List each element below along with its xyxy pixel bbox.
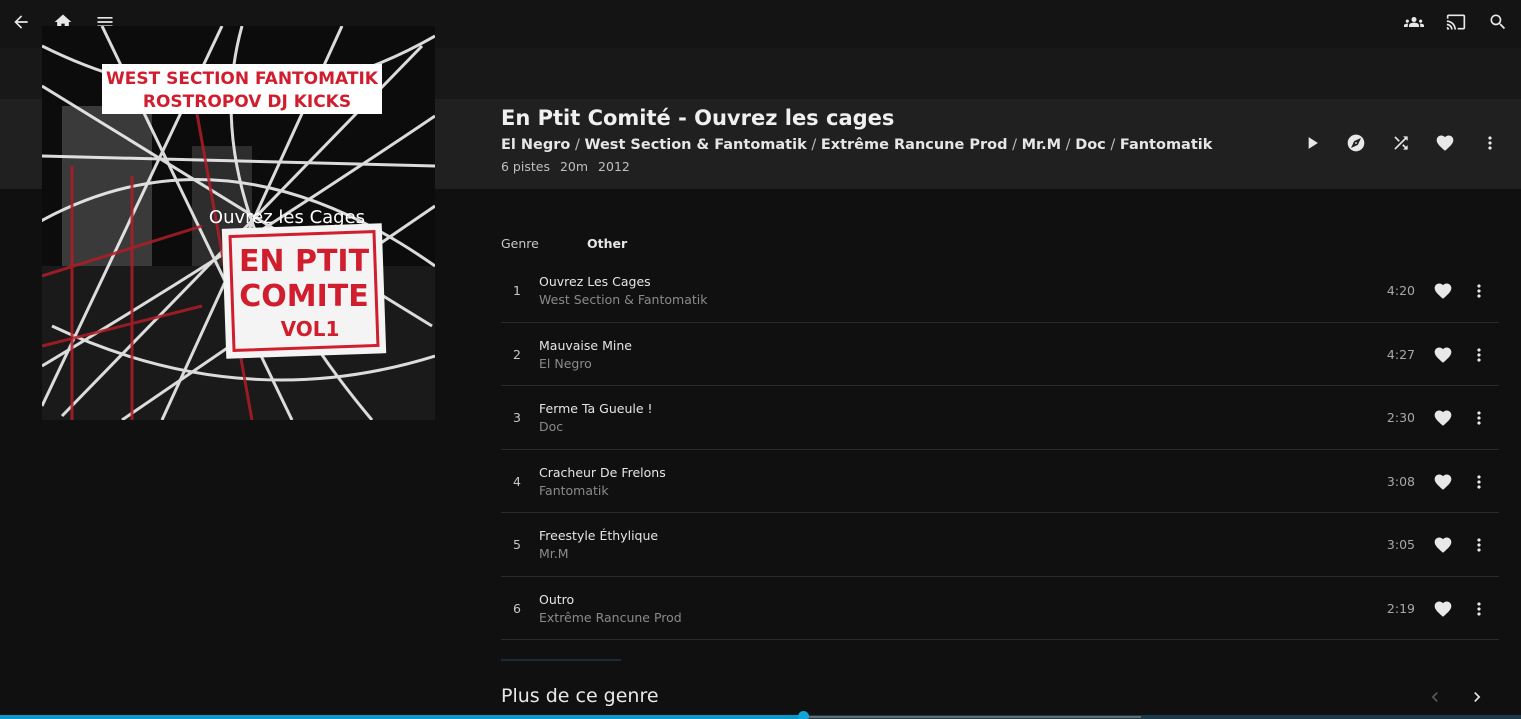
artist-link[interactable]: Fantomatik — [1120, 137, 1213, 153]
track-title[interactable]: Outro — [539, 592, 574, 607]
search-icon[interactable] — [1482, 6, 1514, 38]
artist-separator: / — [1061, 137, 1076, 153]
track-list: 1 Ouvrez Les Cages West Section & Fantom… — [501, 259, 1499, 640]
heart-icon[interactable] — [1427, 593, 1459, 625]
track-number: 5 — [513, 537, 521, 552]
cover-text-line-1: WEST SECTION FANTOMATIK — [106, 69, 379, 89]
shuffle-icon[interactable] — [1385, 127, 1417, 159]
cast-icon[interactable] — [1440, 6, 1472, 38]
track-row[interactable]: 5 Freestyle Éthylique Mr.M 3:05 — [501, 513, 1499, 577]
track-artist[interactable]: Extrême Rancune Prod — [539, 610, 682, 625]
cover-text-line-4: EN PTIT — [239, 244, 370, 279]
genre-label: Genre — [501, 236, 539, 251]
heart-icon[interactable] — [1427, 466, 1459, 498]
more-vertical-icon[interactable] — [1463, 402, 1495, 434]
cover-text-line-2: ROSTROPOV DJ KICKS — [143, 92, 351, 112]
track-number: 2 — [513, 346, 521, 362]
track-row[interactable]: 3 Ferme Ta Gueule ! Doc 2:30 — [501, 386, 1499, 450]
heart-icon[interactable] — [1427, 275, 1459, 307]
track-title[interactable]: Freestyle Éthylique — [539, 528, 658, 543]
track-title[interactable]: Cracheur De Frelons — [539, 465, 666, 480]
more-vertical-icon[interactable] — [1463, 466, 1495, 498]
buffer-bar — [803, 716, 1141, 718]
playback-progress-bar[interactable] — [0, 711, 1521, 719]
track-row[interactable]: 4 Cracheur De Frelons Fantomatik 3:08 — [501, 450, 1499, 513]
track-artist[interactable]: Mr.M — [539, 546, 569, 561]
track-number: 1 — [513, 283, 521, 298]
more-vertical-icon[interactable] — [1463, 593, 1495, 625]
artist-link[interactable]: West Section & Fantomatik — [585, 137, 807, 153]
track-artist[interactable]: West Section & Fantomatik — [539, 292, 707, 307]
progress-thumb[interactable] — [798, 711, 810, 719]
artist-link[interactable]: Doc — [1075, 137, 1106, 153]
explore-icon[interactable] — [1340, 127, 1372, 159]
track-title[interactable]: Ferme Ta Gueule ! — [539, 401, 653, 416]
track-title[interactable]: Mauvaise Mine — [539, 338, 632, 353]
chevron-left-icon[interactable] — [1419, 681, 1451, 713]
track-number: 3 — [513, 410, 521, 425]
artist-separator: / — [1105, 137, 1120, 153]
artist-separator: / — [570, 137, 585, 153]
album-meta: 6 pistes 20m 2012 — [501, 159, 640, 174]
album-cover[interactable]: WEST SECTION FANTOMATIK ROSTROPOV DJ KIC… — [42, 26, 435, 420]
track-artist[interactable]: Doc — [539, 419, 563, 434]
more-vertical-icon[interactable] — [1463, 529, 1495, 561]
track-number: 6 — [513, 600, 521, 616]
album-year: 2012 — [598, 159, 630, 174]
track-duration: 2:19 — [1386, 600, 1415, 616]
heart-icon[interactable] — [1427, 529, 1459, 561]
more-vertical-icon[interactable] — [1463, 339, 1495, 371]
track-duration: 4:20 — [1386, 283, 1415, 298]
arrow-back-icon[interactable] — [5, 6, 37, 38]
more-vertical-icon[interactable] — [1474, 127, 1506, 159]
more-like-this-title: Plus de ce genre — [501, 685, 659, 707]
track-duration: 4:27 — [1386, 346, 1415, 362]
heart-icon[interactable] — [1427, 402, 1459, 434]
cover-text-line-6: VOL1 — [281, 317, 340, 341]
heart-icon[interactable] — [1427, 339, 1459, 371]
artist-separator: / — [1007, 137, 1022, 153]
album-duration: 20m — [559, 159, 589, 174]
track-artist[interactable]: El Negro — [539, 356, 592, 371]
cover-text-line-5: COMITE — [239, 279, 369, 314]
play-icon[interactable] — [1296, 127, 1328, 159]
track-row[interactable]: 1 Ouvrez Les Cages West Section & Fantom… — [501, 259, 1499, 323]
artist-link[interactable]: El Negro — [501, 137, 570, 153]
track-title[interactable]: Ouvrez Les Cages — [539, 274, 651, 289]
track-duration: 2:30 — [1386, 410, 1415, 425]
group-icon[interactable] — [1398, 6, 1430, 38]
list-divider — [501, 659, 621, 661]
track-artist[interactable]: Fantomatik — [539, 483, 609, 498]
track-number: 4 — [513, 473, 521, 489]
chevron-right-icon[interactable] — [1461, 681, 1493, 713]
heart-icon[interactable] — [1429, 127, 1461, 159]
artist-link[interactable]: Mr.M — [1022, 137, 1061, 153]
album-artists: El Negro / West Section & Fantomatik / E… — [501, 137, 1212, 153]
progress-fill — [0, 715, 804, 719]
track-row[interactable]: 2 Mauvaise Mine El Negro 4:27 — [501, 323, 1499, 386]
artist-separator: / — [806, 137, 821, 153]
track-duration: 3:05 — [1386, 537, 1415, 552]
artist-link[interactable]: Extrême Rancune Prod — [821, 137, 1008, 153]
genre-link[interactable]: Other — [587, 236, 627, 251]
track-duration: 3:08 — [1386, 473, 1415, 489]
more-vertical-icon[interactable] — [1463, 275, 1495, 307]
album-title: En Ptit Comité - Ouvrez les cages — [501, 106, 895, 130]
track-count: 6 pistes — [501, 159, 550, 174]
track-row[interactable]: 6 Outro Extrême Rancune Prod 2:19 — [501, 577, 1499, 640]
